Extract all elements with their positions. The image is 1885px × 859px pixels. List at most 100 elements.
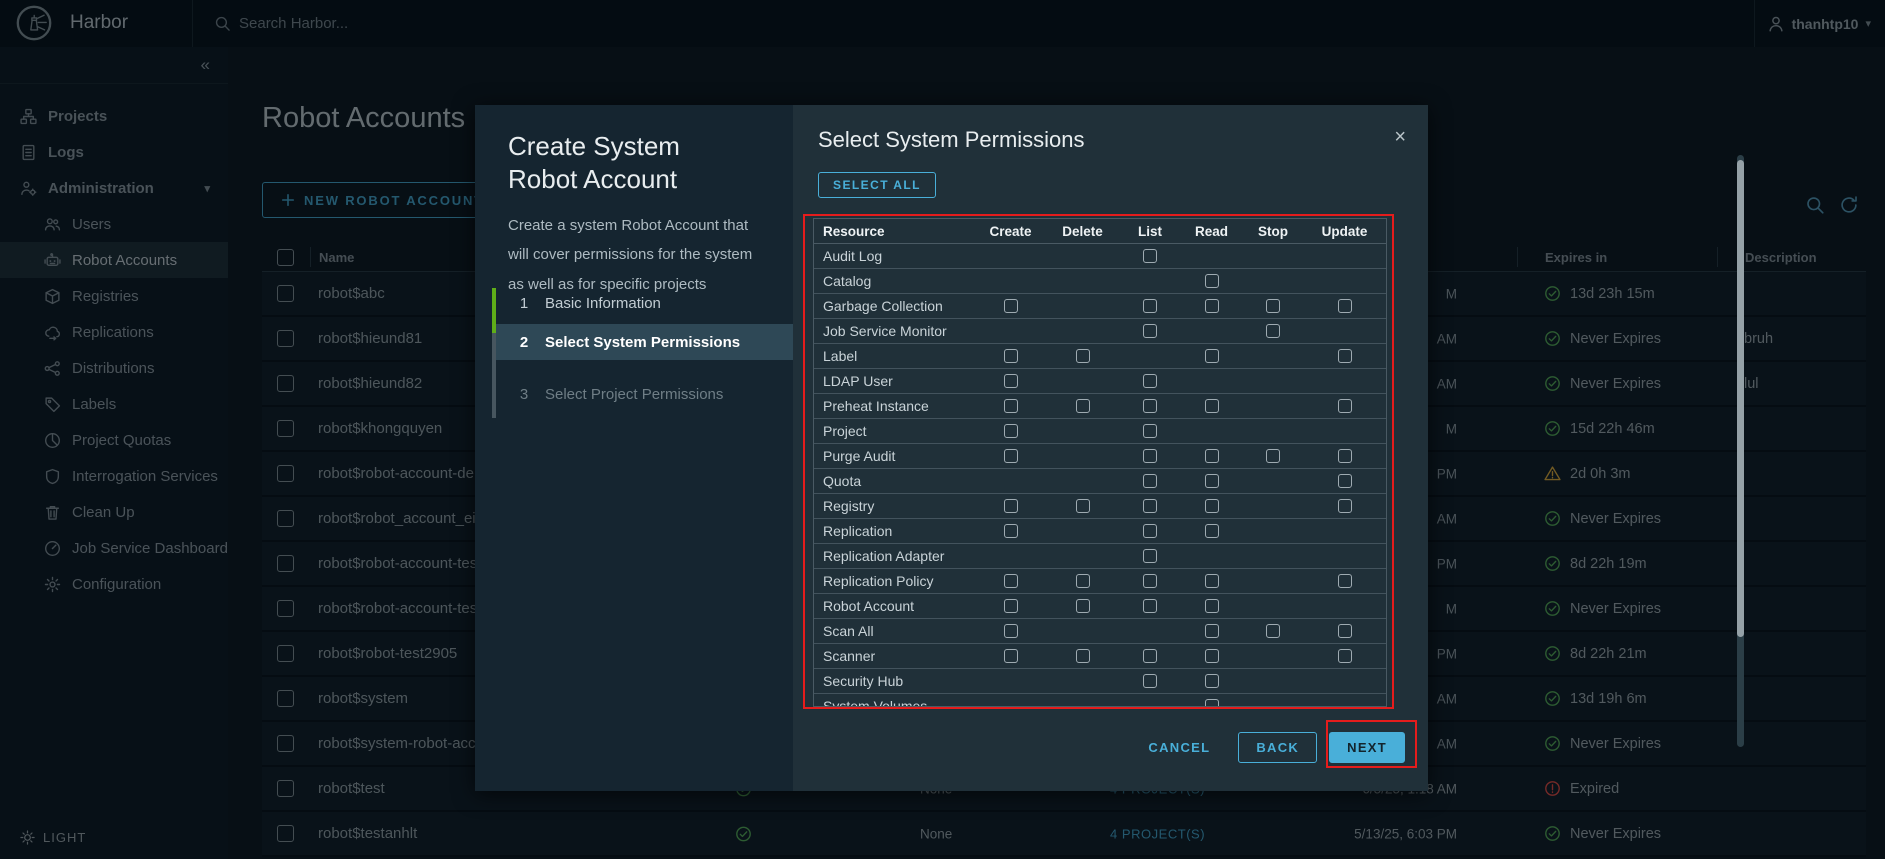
perm-checkbox-garbage-collection-create[interactable] [1004,299,1018,313]
perm-cell [1305,474,1384,488]
perm-checkbox-label-delete[interactable] [1076,349,1090,363]
perm-checkbox-robot-account-create[interactable] [1004,599,1018,613]
perm-checkbox-garbage-collection-stop[interactable] [1266,299,1280,313]
step-select-system-permissions[interactable]: 2 Select System Permissions [496,324,793,360]
perm-checkbox-robot-account-list[interactable] [1143,599,1157,613]
perm-checkbox-preheat-instance-update[interactable] [1338,399,1352,413]
perm-checkbox-scanner-create[interactable] [1004,649,1018,663]
modal-footer: CANCEL BACK NEXT [1148,732,1405,763]
perm-checkbox-audit-log-list[interactable] [1143,249,1157,263]
resource-name: Scanner [814,648,974,664]
perm-cell [1241,624,1305,638]
perm-checkbox-replication-policy-list[interactable] [1143,574,1157,588]
perm-checkbox-label-update[interactable] [1338,349,1352,363]
perm-checkbox-scan-all-read[interactable] [1205,624,1219,638]
perm-checkbox-label-read[interactable] [1205,349,1219,363]
perm-checkbox-scan-all-create[interactable] [1004,624,1018,638]
perm-checkbox-registry-list[interactable] [1143,499,1157,513]
resource-name: Catalog [814,273,974,289]
perm-checkbox-registry-read[interactable] [1205,499,1219,513]
perm-checkbox-replication-policy-read[interactable] [1205,574,1219,588]
perm-checkbox-robot-account-read[interactable] [1205,599,1219,613]
perm-checkbox-registry-create[interactable] [1004,499,1018,513]
perm-cell [1118,299,1182,313]
permission-row: Garbage Collection [814,294,1386,319]
perm-cell [974,499,1047,513]
perm-checkbox-label-create[interactable] [1004,349,1018,363]
perm-checkbox-scan-all-update[interactable] [1338,624,1352,638]
step-number: 3 [519,386,529,403]
select-all-button[interactable]: SELECT ALL [818,172,936,198]
perm-cell [1118,424,1182,438]
modal-scrollbar-thumb[interactable] [1737,160,1744,637]
perm-cell [1182,474,1241,488]
perm-checkbox-purge-audit-update[interactable] [1338,449,1352,463]
perm-checkbox-preheat-instance-read[interactable] [1205,399,1219,413]
perm-checkbox-quota-list[interactable] [1143,474,1157,488]
perm-checkbox-garbage-collection-read[interactable] [1205,299,1219,313]
cancel-button[interactable]: CANCEL [1148,740,1210,755]
resource-name: Replication Adapter [814,548,974,564]
perm-checkbox-robot-account-delete[interactable] [1076,599,1090,613]
perm-checkbox-replication-policy-update[interactable] [1338,574,1352,588]
step-number: 2 [519,334,529,351]
perm-col-update: Update [1305,224,1384,239]
resource-name: LDAP User [814,373,974,389]
perm-cell [974,299,1047,313]
perm-cell [1118,674,1182,688]
panel-title: Select System Permissions [818,127,1085,153]
perm-checkbox-quota-read[interactable] [1205,474,1219,488]
perm-checkbox-replication-policy-delete[interactable] [1076,574,1090,588]
modal-title: Create System Robot Account [508,130,748,195]
perm-col-delete: Delete [1047,224,1118,239]
perm-checkbox-system-volumes-read[interactable] [1205,699,1219,707]
perm-checkbox-preheat-instance-delete[interactable] [1076,399,1090,413]
perm-checkbox-scanner-read[interactable] [1205,649,1219,663]
perm-checkbox-replication-policy-create[interactable] [1004,574,1018,588]
perm-checkbox-catalog-read[interactable] [1205,274,1219,288]
step-basic-information[interactable]: 1 Basic Information [496,285,793,321]
permission-row: Label [814,344,1386,369]
perm-checkbox-replication-read[interactable] [1205,524,1219,538]
perm-checkbox-replication-adapter-list[interactable] [1143,549,1157,563]
step-select-project-permissions[interactable]: 3 Select Project Permissions [496,376,793,412]
step-label: Select System Permissions [545,334,740,351]
perm-checkbox-security-hub-read[interactable] [1205,674,1219,688]
perm-checkbox-registry-delete[interactable] [1076,499,1090,513]
perm-checkbox-scanner-list[interactable] [1143,649,1157,663]
perm-col-list: List [1118,224,1182,239]
perm-checkbox-security-hub-list[interactable] [1143,674,1157,688]
perm-cell [1118,574,1182,588]
close-icon[interactable]: × [1394,127,1406,147]
perm-cell [1047,349,1118,363]
perm-checkbox-garbage-collection-update[interactable] [1338,299,1352,313]
perm-checkbox-garbage-collection-list[interactable] [1143,299,1157,313]
permission-row: Security Hub [814,669,1386,694]
perm-checkbox-job-service-monitor-stop[interactable] [1266,324,1280,338]
resource-name: Replication [814,523,974,539]
resource-name: Project [814,423,974,439]
perm-checkbox-project-list[interactable] [1143,424,1157,438]
perm-checkbox-preheat-instance-list[interactable] [1143,399,1157,413]
perm-checkbox-scanner-delete[interactable] [1076,649,1090,663]
perm-cell [1305,399,1384,413]
perm-checkbox-preheat-instance-create[interactable] [1004,399,1018,413]
perm-checkbox-purge-audit-create[interactable] [1004,449,1018,463]
perm-checkbox-replication-list[interactable] [1143,524,1157,538]
perm-checkbox-scan-all-stop[interactable] [1266,624,1280,638]
perm-checkbox-purge-audit-read[interactable] [1205,449,1219,463]
perm-checkbox-ldap-user-list[interactable] [1143,374,1157,388]
perm-checkbox-purge-audit-stop[interactable] [1266,449,1280,463]
perm-cell [1182,649,1241,663]
perm-checkbox-job-service-monitor-list[interactable] [1143,324,1157,338]
perm-checkbox-ldap-user-create[interactable] [1004,374,1018,388]
permission-row: Replication Policy [814,569,1386,594]
perm-checkbox-scanner-update[interactable] [1338,649,1352,663]
perm-checkbox-registry-update[interactable] [1338,499,1352,513]
perm-checkbox-purge-audit-list[interactable] [1143,449,1157,463]
perm-checkbox-quota-update[interactable] [1338,474,1352,488]
next-button[interactable]: NEXT [1329,732,1405,763]
perm-checkbox-project-create[interactable] [1004,424,1018,438]
back-button[interactable]: BACK [1238,732,1317,763]
perm-checkbox-replication-create[interactable] [1004,524,1018,538]
